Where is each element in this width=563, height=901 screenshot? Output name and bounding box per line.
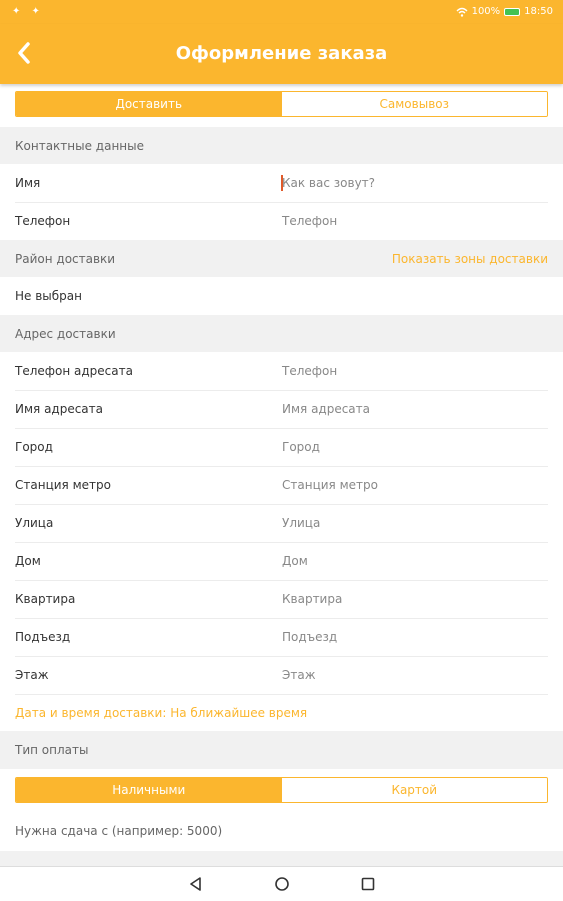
- nav-home-icon[interactable]: [274, 876, 290, 892]
- name-label: Имя: [15, 176, 41, 190]
- section-district-title: Район доставки: [15, 252, 116, 266]
- status-notification-icons: ✦ ✦: [12, 6, 44, 17]
- recipient-phone-row[interactable]: Телефон адресата Телефон: [0, 352, 563, 390]
- divider: [15, 694, 548, 695]
- floor-label: Этаж: [15, 668, 49, 682]
- city-row[interactable]: Город Город: [0, 428, 563, 466]
- page-title: Оформление заказа: [175, 43, 388, 64]
- nav-back-icon[interactable]: [188, 876, 204, 892]
- nav-recents-icon[interactable]: [360, 876, 376, 892]
- district-value: Не выбран: [15, 289, 82, 303]
- house-input[interactable]: Дом: [282, 554, 308, 568]
- payment-type-toggle: Наличными Картой: [15, 777, 548, 803]
- recipient-name-row[interactable]: Имя адресата Имя адресата: [0, 390, 563, 428]
- street-input[interactable]: Улица: [282, 516, 320, 530]
- floor-row[interactable]: Этаж Этаж: [0, 656, 563, 694]
- status-right: 100% 18:50: [456, 6, 553, 17]
- apartment-row[interactable]: Квартира Квартира: [0, 580, 563, 618]
- recipient-phone-label: Телефон адресата: [15, 364, 133, 378]
- section-contacts: Контактные данные: [0, 127, 563, 164]
- house-label: Дом: [15, 554, 41, 568]
- show-zones-link[interactable]: Показать зоны доставки: [392, 252, 548, 266]
- battery-percent: 100%: [471, 6, 501, 17]
- section-contacts-title: Контактные данные: [15, 139, 145, 153]
- entrance-label: Подъезд: [15, 630, 71, 644]
- status-bar: ✦ ✦ 100% 18:50: [0, 0, 563, 24]
- section-address-title: Адрес доставки: [15, 327, 116, 341]
- street-label: Улица: [15, 516, 54, 530]
- delivery-type-toggle: Доставить Самовывоз: [15, 91, 548, 117]
- phone-label: Телефон: [15, 214, 71, 228]
- metro-label: Станция метро: [15, 478, 111, 492]
- battery-icon: [504, 7, 521, 16]
- deliver-tab[interactable]: Доставить: [16, 92, 282, 116]
- change-needed-field[interactable]: Нужна сдача с (например: 5000): [15, 824, 222, 838]
- phone-input[interactable]: Телефон: [282, 214, 337, 228]
- app-bar: Оформление заказа: [0, 24, 563, 84]
- apartment-input[interactable]: Квартира: [282, 592, 342, 606]
- clock: 18:50: [524, 6, 553, 17]
- entrance-row[interactable]: Подъезд Подъезд: [0, 618, 563, 656]
- section-payment-title: Тип оплаты: [15, 743, 89, 757]
- apartment-label: Квартира: [15, 592, 76, 606]
- recipient-phone-input[interactable]: Телефон: [282, 364, 337, 378]
- phone-row[interactable]: Телефон Телефон: [0, 202, 563, 240]
- pickup-tab[interactable]: Самовывоз: [281, 92, 547, 116]
- metro-row[interactable]: Станция метро Станция метро: [0, 466, 563, 504]
- section-district: Район доставки Показать зоны доставки: [0, 240, 563, 277]
- card-tab[interactable]: Картой: [281, 778, 547, 802]
- recipient-name-label: Имя адресата: [15, 402, 104, 416]
- section-next-partial: [0, 851, 563, 866]
- wifi-icon: [456, 7, 468, 17]
- city-label: Город: [15, 440, 53, 454]
- district-select-row[interactable]: Не выбран: [0, 277, 563, 315]
- section-payment: Тип оплаты: [0, 731, 563, 769]
- house-row[interactable]: Дом Дом: [0, 542, 563, 580]
- delivery-datetime-link[interactable]: Дата и время доставки: На ближайшее врем…: [15, 706, 307, 720]
- recipient-name-input[interactable]: Имя адресата: [282, 402, 370, 416]
- entrance-input[interactable]: Подъезд: [282, 630, 337, 644]
- street-row[interactable]: Улица Улица: [0, 504, 563, 542]
- section-address: Адрес доставки: [0, 315, 563, 352]
- system-navigation-bar: [0, 866, 563, 901]
- metro-input[interactable]: Станция метро: [282, 478, 378, 492]
- name-input[interactable]: Как вас зовут?: [282, 176, 375, 190]
- floor-input[interactable]: Этаж: [282, 668, 316, 682]
- name-row[interactable]: Имя Как вас зовут?: [0, 164, 563, 202]
- city-input[interactable]: Город: [282, 440, 320, 454]
- cash-tab[interactable]: Наличными: [16, 778, 282, 802]
